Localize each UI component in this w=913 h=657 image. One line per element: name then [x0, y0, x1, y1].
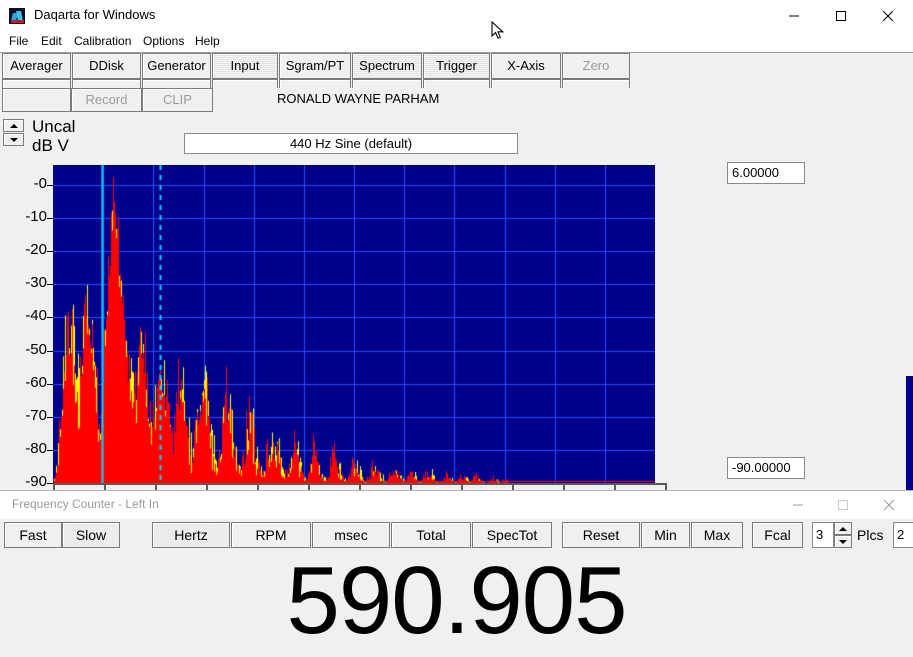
frequency-readout: 590.905 — [0, 551, 913, 657]
x-tick-mark — [614, 483, 616, 490]
x-tick-mark — [308, 483, 310, 490]
close-icon[interactable] — [865, 0, 911, 31]
y-scale-stepper[interactable] — [3, 119, 24, 147]
tab-bar: AveragerDDiskGeneratorInputSgram/PTSpect… — [0, 52, 913, 89]
tab-zero: Zero — [562, 53, 630, 79]
frequency-counter-window: Frequency Counter - Left In 3 Plcs 2 Fas… — [0, 490, 913, 657]
spectrum-plot[interactable] — [53, 165, 655, 483]
y-axis-unit-label: Uncal dB V — [32, 118, 75, 155]
counter-button-reset[interactable]: Reset — [562, 522, 640, 548]
spinner-up-arrow-icon[interactable] — [834, 522, 852, 535]
spinner-down-arrow-icon[interactable] — [834, 535, 852, 548]
maximize-icon[interactable] — [820, 491, 865, 518]
menu-item-help[interactable]: Help — [192, 34, 223, 50]
y-tick-label: -60 — [25, 374, 47, 391]
x-tick-mark — [410, 483, 412, 490]
counter-button-slow[interactable]: Slow — [62, 522, 120, 548]
x-tick-mark — [461, 483, 463, 490]
x-tick-mark — [155, 483, 157, 490]
title-bar: Daqarta for Windows — [0, 0, 913, 32]
tab-generator[interactable]: Generator — [142, 53, 211, 79]
counter-button-spectot[interactable]: SpecTot — [472, 522, 552, 548]
y-tick-label: -0 — [34, 175, 47, 192]
tab-input[interactable]: Input — [212, 53, 278, 79]
y-tick-label: -50 — [25, 341, 47, 358]
menu-bar: File Edit Calibration Options Help — [0, 32, 913, 52]
counter-button-total[interactable]: Total — [391, 522, 471, 548]
minimize-icon[interactable] — [775, 491, 820, 518]
y-tick-label: -20 — [25, 241, 47, 258]
spinner-down-arrow-icon[interactable] — [3, 133, 24, 146]
tab-averager[interactable]: Averager — [2, 53, 71, 79]
minimize-icon[interactable] — [771, 0, 816, 31]
x-tick-mark — [257, 483, 259, 490]
close-icon[interactable] — [866, 491, 911, 518]
window-title: Daqarta for Windows — [34, 7, 155, 22]
record-button[interactable]: Record — [71, 88, 142, 112]
tab-sgram-pt[interactable]: Sgram/PT — [279, 53, 351, 79]
y-min-value-field[interactable]: -90.00000 — [727, 457, 805, 479]
places-value-field[interactable]: 3 — [812, 522, 834, 548]
menu-item-file[interactable]: File — [6, 34, 31, 50]
tab-x-axis[interactable]: X-Axis — [491, 53, 561, 79]
menu-item-calibration[interactable]: Calibration — [71, 34, 134, 50]
y-tick-label: -40 — [25, 307, 47, 324]
blank-button[interactable] — [2, 88, 71, 112]
y-axis-labels: -0-10-20-30-40-50-60-70-80-90 — [0, 165, 47, 485]
x-tick-mark — [206, 483, 208, 490]
x-tick-mark — [563, 483, 565, 490]
y-tick-label: -70 — [25, 407, 47, 424]
spinner-up-arrow-icon[interactable] — [3, 119, 24, 132]
places-stepper[interactable] — [834, 522, 852, 548]
x-tick-mark — [104, 483, 106, 490]
tab-trigger[interactable]: Trigger — [423, 53, 490, 79]
counter-button-max[interactable]: Max — [691, 522, 743, 548]
counter-button-min[interactable]: Min — [641, 522, 690, 548]
clip-button[interactable]: CLIP — [142, 88, 213, 112]
y-tick-label: -80 — [25, 440, 47, 457]
maximize-icon[interactable] — [818, 0, 863, 31]
counter-button-msec[interactable]: msec — [312, 522, 390, 548]
places-label: Plcs — [857, 522, 883, 548]
uncal-label-line1: Uncal — [32, 117, 75, 136]
x-tick-mark — [665, 483, 667, 490]
uncal-label-line2: dB V — [32, 137, 75, 155]
frequency-counter-title: Frequency Counter - Left In — [12, 497, 159, 511]
counter-button-rpm[interactable]: RPM — [231, 522, 311, 548]
plot-title[interactable]: 440 Hz Sine (default) — [184, 133, 518, 154]
tab-spectrum[interactable]: Spectrum — [352, 53, 422, 79]
daqarta-logo-icon — [9, 8, 25, 24]
menu-item-edit[interactable]: Edit — [38, 34, 65, 50]
x-tick-mark — [53, 483, 55, 490]
user-name-label: RONALD WAYNE PARHAM — [277, 91, 439, 106]
y-max-value-field[interactable]: 6.00000 — [727, 162, 805, 184]
counter-button-fcal[interactable]: Fcal — [752, 522, 803, 548]
secondary-toolbar: Record CLIP RONALD WAYNE PARHAM — [0, 88, 913, 116]
frequency-counter-title-bar: Frequency Counter - Left In — [0, 491, 913, 519]
tab-ddisk[interactable]: DDisk — [72, 53, 141, 79]
counter-button-hertz[interactable]: Hertz — [152, 522, 230, 548]
spectrum-canvas[interactable] — [53, 165, 655, 483]
counter-button-fast[interactable]: Fast — [4, 522, 62, 548]
x-tick-mark — [512, 483, 514, 490]
y-tick-label: -10 — [25, 208, 47, 225]
menu-item-options[interactable]: Options — [140, 34, 187, 50]
x-axis — [45, 483, 665, 490]
background-window-sliver — [906, 376, 913, 490]
y-tick-label: -90 — [25, 473, 47, 490]
x-tick-mark — [359, 483, 361, 490]
y-tick-label: -30 — [25, 274, 47, 291]
main-window: Daqarta for Windows File Edit Calibration O… — [0, 0, 913, 490]
secondary-value-field[interactable]: 2 — [893, 522, 913, 548]
